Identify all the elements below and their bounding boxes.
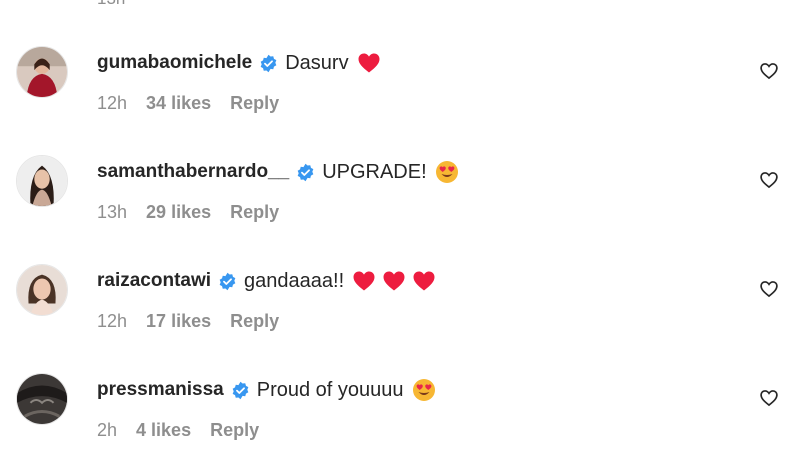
red-heart-icon <box>357 51 381 75</box>
comment-time: 13h <box>97 202 128 222</box>
verified-badge-icon <box>231 381 250 400</box>
comment-text: UPGRADE! <box>322 160 427 183</box>
comment-time: 2h <box>97 420 118 440</box>
likes-count[interactable]: 17 likes <box>146 311 211 332</box>
heart-outline-icon[interactable] <box>759 170 779 190</box>
comment-time: 12h <box>97 311 128 331</box>
avatar[interactable] <box>16 373 68 425</box>
reply-button[interactable]: Reply <box>230 93 279 114</box>
comment-item: samanthabernardo__ UPGRADE! 13h 29 likes… <box>0 155 800 255</box>
reply-button[interactable]: Reply <box>230 202 279 223</box>
reply-button[interactable]: Reply <box>210 420 259 441</box>
comment-text: Proud of youuuu <box>256 378 404 401</box>
username[interactable]: pressmanissa <box>97 379 224 401</box>
likes-count[interactable]: 29 likes <box>146 202 211 223</box>
comment-item: pressmanissa Proud of youuuu 2h 4 likes … <box>0 373 800 473</box>
likes-count[interactable]: 34 likes <box>146 93 211 114</box>
heart-outline-icon[interactable] <box>759 61 779 81</box>
avatar[interactable] <box>16 264 68 316</box>
comment-text: gandaaaa!! <box>244 269 345 292</box>
heart-eyes-icon <box>412 378 436 402</box>
verified-badge-icon <box>218 272 237 291</box>
avatar[interactable] <box>16 46 68 98</box>
heart-eyes-icon <box>435 160 459 184</box>
red-heart-icon <box>382 269 406 293</box>
red-heart-icon <box>352 269 376 293</box>
comment-item: gumabaomichele Dasurv 12h 34 likes Reply <box>0 46 800 146</box>
comment-item: raizacontawi gandaaaa!! 12h 17 likes Rep… <box>0 264 800 364</box>
heart-outline-icon[interactable] <box>759 279 779 299</box>
comment-time: 12h <box>97 93 128 113</box>
verified-badge-icon <box>296 163 315 182</box>
comment-text: Dasurv <box>285 51 349 74</box>
username[interactable]: raizacontawi <box>97 270 211 292</box>
verified-badge-icon <box>259 54 278 73</box>
reply-button[interactable]: Reply <box>230 311 279 332</box>
avatar[interactable] <box>16 155 68 207</box>
red-heart-icon <box>412 269 436 293</box>
previous-comment-time: 13h <box>97 0 125 9</box>
username[interactable]: gumabaomichele <box>97 52 252 74</box>
likes-count[interactable]: 4 likes <box>136 420 191 441</box>
username[interactable]: samanthabernardo__ <box>97 161 289 183</box>
heart-outline-icon[interactable] <box>759 388 779 408</box>
